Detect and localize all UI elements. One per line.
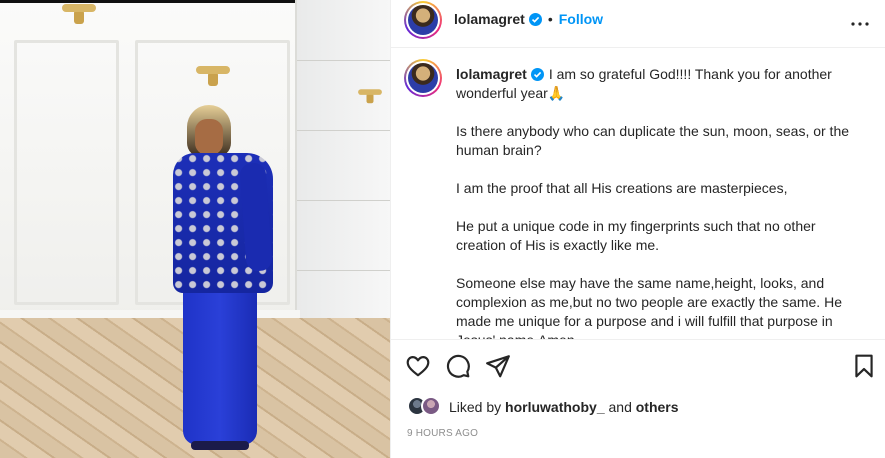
wall-panel — [14, 40, 119, 305]
follow-button[interactable]: Follow — [559, 11, 603, 27]
caption-paragraph: I am the proof that all His creations ar… — [456, 180, 788, 196]
comment-icon[interactable] — [445, 353, 471, 379]
caption-username[interactable]: lolamagret — [456, 66, 527, 82]
likes-username[interactable]: horluwathoby_ — [505, 399, 605, 415]
share-icon[interactable] — [485, 353, 511, 379]
wall-sconce — [62, 4, 96, 26]
wall-sconce — [196, 66, 230, 88]
caption-area: lolamagret I am so grateful God!!!! Thank… — [391, 48, 885, 340]
person-figure — [165, 105, 280, 450]
mirror-wall — [295, 0, 390, 330]
post-timestamp[interactable]: 9 HOURS AGO — [407, 428, 478, 439]
profile-avatar[interactable] — [404, 1, 442, 39]
more-options-icon[interactable] — [848, 12, 872, 36]
heart-icon[interactable] — [405, 353, 431, 379]
caption-paragraph: He put a unique code in my fingerprints … — [456, 218, 816, 253]
likes-prefix: Liked by — [449, 399, 502, 415]
header-username[interactable]: lolamagret — [454, 11, 525, 27]
post-image[interactable] — [0, 0, 390, 458]
caption-paragraph: Is there anybody who can duplicate the s… — [456, 123, 850, 158]
caption-avatar[interactable] — [404, 59, 442, 97]
bookmark-icon[interactable] — [851, 353, 877, 379]
action-bar — [391, 350, 885, 384]
caption-paragraph: Someone else may have the same name,heig… — [456, 275, 842, 340]
post-header: lolamagret • Follow — [391, 0, 885, 48]
liker-avatar[interactable] — [421, 396, 441, 416]
verified-badge-icon — [528, 13, 542, 26]
verified-badge-icon — [530, 68, 544, 81]
likes-others[interactable]: others — [636, 399, 679, 415]
caption-text: lolamagret I am so grateful God!!!! Thank… — [456, 65, 856, 340]
likes-connector: and — [608, 399, 632, 415]
separator-dot: • — [547, 11, 553, 27]
post-side-panel: lolamagret • Follow lolamagret I am so grat… — [390, 0, 885, 458]
wall-sconce — [358, 89, 382, 104]
